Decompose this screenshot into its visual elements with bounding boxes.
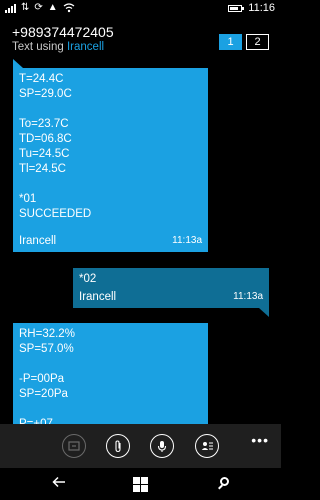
message-line: Tl=24.5C [19,163,66,175]
message-line: T=24.4C [19,73,64,85]
sent-message-bubble[interactable]: *02 Irancell 11:13a [73,268,269,317]
search-icon[interactable] [220,477,229,486]
received-message-bubble[interactable]: T=24.4C SP=29.0C To=23.7C TD=06.8C Tu=24… [13,59,208,252]
message-carrier: Irancell [79,291,117,303]
clock: 11:16 [248,2,275,14]
message-line: TD=06.8C [19,133,72,145]
message-line [19,177,202,192]
message-line: *02 [79,273,97,285]
windows-start-icon[interactable] [133,477,148,492]
microphone-icon[interactable] [150,434,174,458]
message-line: -P=00Pa [19,373,65,385]
call-forwarding-icon: ⟳ [34,2,43,13]
message-line: *01 [19,193,37,205]
message-line: RH=32.2% [19,328,75,340]
attach-icon[interactable] [106,434,130,458]
sim-2-tab[interactable]: 2 [246,34,269,50]
signal-strength-2-icon: ▲ [47,2,58,13]
message-footer: Irancell 11:13a [79,291,263,303]
text-using-label: Text using [12,41,67,53]
network-type-icon: ⇅ [21,2,30,13]
message-line [19,357,202,372]
status-bar: ⇅ ⟳ ▲ 11:16 [0,0,281,18]
message-line: SUCCEEDED [19,208,92,220]
message-line: To=23.7C [19,118,69,130]
message-line: SP=20Pa [19,388,68,400]
message-line [19,402,202,417]
contact-card-icon[interactable] [195,434,219,458]
message-timestamp: 11:13a [233,291,263,302]
sim-1-tab[interactable]: 1 [219,34,242,50]
system-nav-bar [0,468,281,500]
message-line: Tu=24.5C [19,148,70,160]
signal-strength-icon [5,3,16,13]
sim-selector: 1 2 [219,34,269,50]
message-line: SP=57.0% [19,343,74,355]
battery-icon [228,4,245,12]
message-line [19,102,202,117]
carrier-link[interactable]: Irancell [67,41,104,53]
message-footer: Irancell 11:13a [19,235,202,247]
wifi-icon [63,3,75,13]
more-options-icon[interactable]: ••• [251,432,269,448]
message-line: SP=29.0C [19,88,72,100]
received-message-bubble[interactable]: RH=32.2% SP=57.0% -P=00Pa SP=20Pa P=+07 [13,323,208,431]
message-timestamp: 11:13a [172,235,202,246]
app-bar: ••• [0,424,281,468]
sim-switch-icon[interactable] [62,434,86,458]
back-arrow-icon[interactable] [52,475,66,494]
message-carrier: Irancell [19,235,57,247]
